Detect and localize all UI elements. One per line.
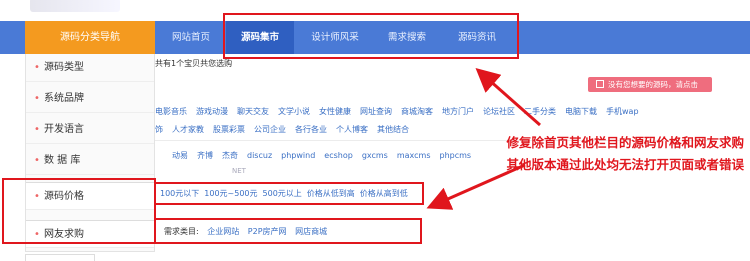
screenshot-stage: 源码分类导航 网站首页 源码集市 设计师风采 需求搜索 源码资讯 • 源码类型 … [0,0,750,261]
footer-stub [25,254,95,261]
annotation-line-1: 修复除首页其他栏目的源码价格和网友求购 [506,135,744,150]
annotation-line-2: 其他版本通过此处均无法打开页面或者错误 [506,157,744,172]
arrow-to-nav [475,68,541,127]
annotation-arrows [426,68,541,210]
